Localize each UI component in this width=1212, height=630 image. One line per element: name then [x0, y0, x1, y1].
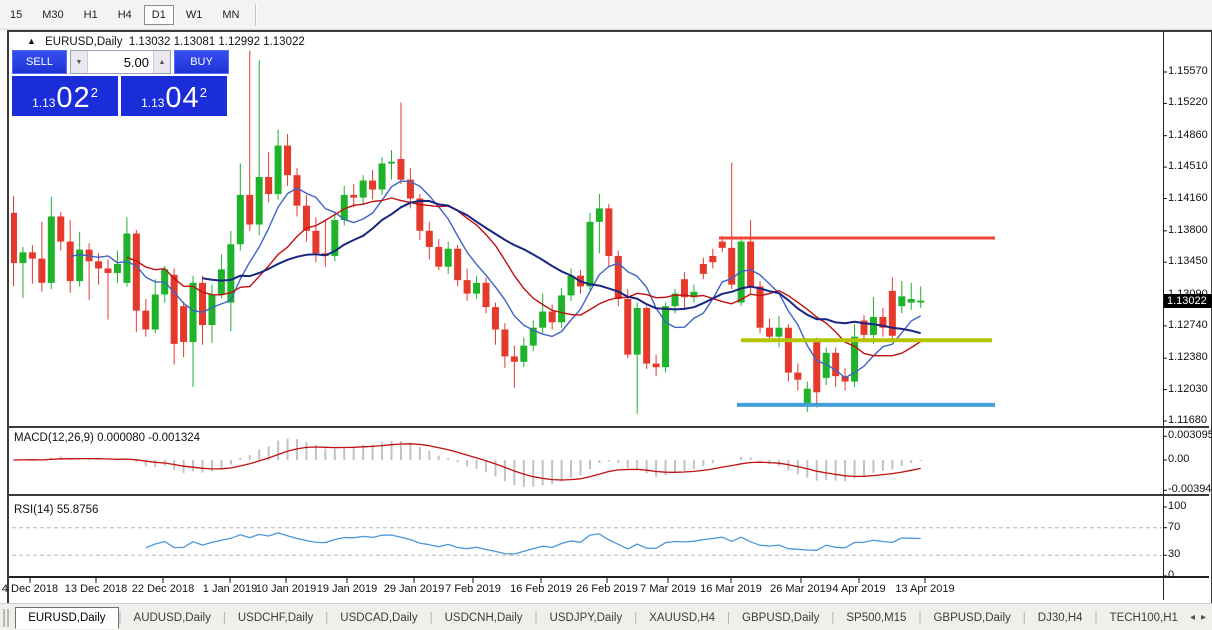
- date-axis-label: 7 Mar 2019: [640, 583, 696, 595]
- buy-price-box[interactable]: 1.13 04 2: [121, 76, 227, 116]
- date-axis-label: 13 Dec 2018: [64, 583, 128, 595]
- timeframe-button-h4[interactable]: H4: [110, 5, 140, 25]
- date-axis-label: 4 Dec 2018: [1, 583, 59, 595]
- sell-price-sup: 2: [90, 85, 98, 100]
- tabbar-grip[interactable]: [3, 608, 10, 627]
- chart-tab-dj30-h4[interactable]: DJ30,H4: [1026, 608, 1095, 628]
- tab-scroll-left-icon[interactable]: ◂: [1190, 612, 1195, 623]
- chart-tab-usdjpy-daily[interactable]: USDJPY,Daily: [538, 608, 635, 628]
- chart-tab-xauusd-h4[interactable]: XAUUSD,H4: [637, 608, 727, 628]
- timeframe-button-15[interactable]: 15: [2, 5, 30, 25]
- date-axis-label: 26 Feb 2019: [576, 583, 638, 595]
- price-axis-label: 1.13450: [1168, 255, 1208, 268]
- date-axis-label: 16 Mar 2019: [700, 583, 762, 595]
- tabs-holder: EURUSD,Daily | AUDUSD,Daily | USDCHF,Daily | U…: [15, 606, 1190, 629]
- collapse-triangle-icon[interactable]: ▲: [27, 36, 36, 46]
- date-axis-label: 29 Jan 2019: [383, 583, 445, 595]
- price-axis-label: 1.15570: [1168, 65, 1208, 77]
- toolbar-separator: [255, 3, 258, 26]
- timeframe-button-h1[interactable]: H1: [76, 5, 106, 25]
- date-axis-label: 26 Mar 2019: [770, 583, 832, 595]
- date-axis-label: 10 Jan 2019: [255, 583, 317, 595]
- chart-window[interactable]: [7, 30, 1212, 606]
- rsi-axis-label: 0: [1168, 569, 1175, 581]
- price-axis-label: 1.15220: [1168, 96, 1208, 109]
- timeframe-button-mn[interactable]: MN: [214, 5, 247, 25]
- volume-input[interactable]: [88, 51, 153, 73]
- chart-tab-tech100-h1[interactable]: TECH100,H1: [1098, 608, 1190, 628]
- chart-tab-usdchf-daily[interactable]: USDCHF,Daily: [226, 608, 325, 628]
- volume-increase-icon[interactable]: ▲: [153, 51, 170, 73]
- sell-price-prefix: 1.13: [32, 96, 56, 110]
- sell-button[interactable]: SELL: [12, 50, 67, 74]
- date-axis-label: 19 Jan 2019: [316, 583, 378, 595]
- mt4-window: 15 M30 H1 H4 D1 W1 MN ▲ EURUSD,Daily 1.13032 1…: [0, 0, 1212, 630]
- price-axis-label: 1.12380: [1168, 351, 1208, 364]
- tab-scroll-right-icon[interactable]: ▸: [1201, 612, 1206, 623]
- one-click-trade-panel: SELL ▼ ▲ BUY 1.13022 1.13042: [12, 50, 229, 116]
- rsi-axis-label: 30: [1168, 548, 1181, 561]
- macd-axis-label: 0.00: [1168, 453, 1190, 465]
- date-axis-label: 16 Feb 2019: [510, 583, 572, 595]
- buy-price-prefix: 1.13: [141, 96, 165, 110]
- rsi-indicator-header: RSI(14) 55.8756: [14, 504, 99, 516]
- date-axis-label: 22 Dec 2018: [131, 583, 195, 595]
- timeframe-toolbar: 15 M30 H1 H4 D1 W1 MN: [0, 0, 1212, 30]
- date-axis-label: 1 Jan 2019: [202, 583, 258, 595]
- price-axis-label: 1.11680: [1168, 414, 1207, 426]
- price-axis-label: 1.14510: [1168, 160, 1208, 173]
- timeframe-button-m30[interactable]: M30: [34, 5, 71, 25]
- current-price-tag: 1.13022: [1164, 294, 1212, 308]
- ohlc-close: 1.13022: [263, 36, 305, 48]
- chart-tab-gbpusd-daily[interactable]: GBPUSD,Daily: [921, 608, 1022, 628]
- price-axis-label: 1.14860: [1168, 128, 1208, 141]
- buy-price-sup: 2: [199, 85, 207, 100]
- price-axis-label: 1.12740: [1168, 318, 1208, 331]
- date-axis-label: 13 Apr 2019: [895, 583, 955, 595]
- price-axis-label: 1.13800: [1168, 223, 1208, 236]
- timeframe-button-d1[interactable]: D1: [143, 4, 174, 25]
- chart-tab-bar: EURUSD,Daily | AUDUSD,Daily | USDCHF,Daily | U…: [0, 603, 1212, 630]
- sell-price-box[interactable]: 1.13 02 2: [12, 76, 118, 116]
- chart-tab-usdcad-daily[interactable]: USDCAD,Daily: [328, 608, 429, 628]
- rsi-axis-label: 70: [1168, 520, 1181, 533]
- timeframe-button-w1[interactable]: W1: [178, 5, 211, 25]
- symbol-name: EURUSD,Daily: [45, 36, 123, 48]
- buy-price-big: 04: [165, 82, 200, 114]
- price-axis-label: 1.12030: [1168, 382, 1208, 395]
- symbol-ohlc-header: ▲ EURUSD,Daily 1.13032 1.13081 1.12992 1…: [27, 36, 305, 48]
- date-axis-label: 4 Apr 2019: [832, 583, 886, 595]
- sell-price-big: 02: [56, 82, 91, 114]
- volume-stepper: ▼ ▲: [70, 50, 171, 74]
- macd-axis-label: 0.003095: [1168, 429, 1212, 442]
- chart-tab-gbpusd-daily[interactable]: GBPUSD,Daily: [730, 608, 831, 628]
- macd-axis-label: -0.003947: [1168, 483, 1212, 496]
- tab-scroll-arrows: ◂ ▸: [1190, 612, 1206, 623]
- macd-indicator-header: MACD(12,26,9) 0.000080 -0.001324: [14, 432, 201, 444]
- ohlc-low: 1.12992: [218, 36, 260, 48]
- volume-decrease-icon[interactable]: ▼: [71, 51, 88, 73]
- date-axis-label: 7 Feb 2019: [445, 583, 501, 595]
- chart-tab-eurusd-daily[interactable]: EURUSD,Daily: [15, 606, 119, 629]
- ohlc-open: 1.13032: [128, 36, 171, 48]
- chart-tab-usdcnh-daily[interactable]: USDCNH,Daily: [433, 608, 535, 628]
- chart-tab-sp500-m15[interactable]: SP500,M15: [834, 608, 918, 628]
- price-axis-label: 1.14160: [1168, 191, 1208, 204]
- chart-tab-audusd-daily[interactable]: AUDUSD,Daily: [122, 608, 223, 628]
- rsi-axis-label: 100: [1168, 500, 1187, 512]
- buy-button[interactable]: BUY: [174, 50, 229, 74]
- ohlc-high: 1.13081: [173, 36, 216, 48]
